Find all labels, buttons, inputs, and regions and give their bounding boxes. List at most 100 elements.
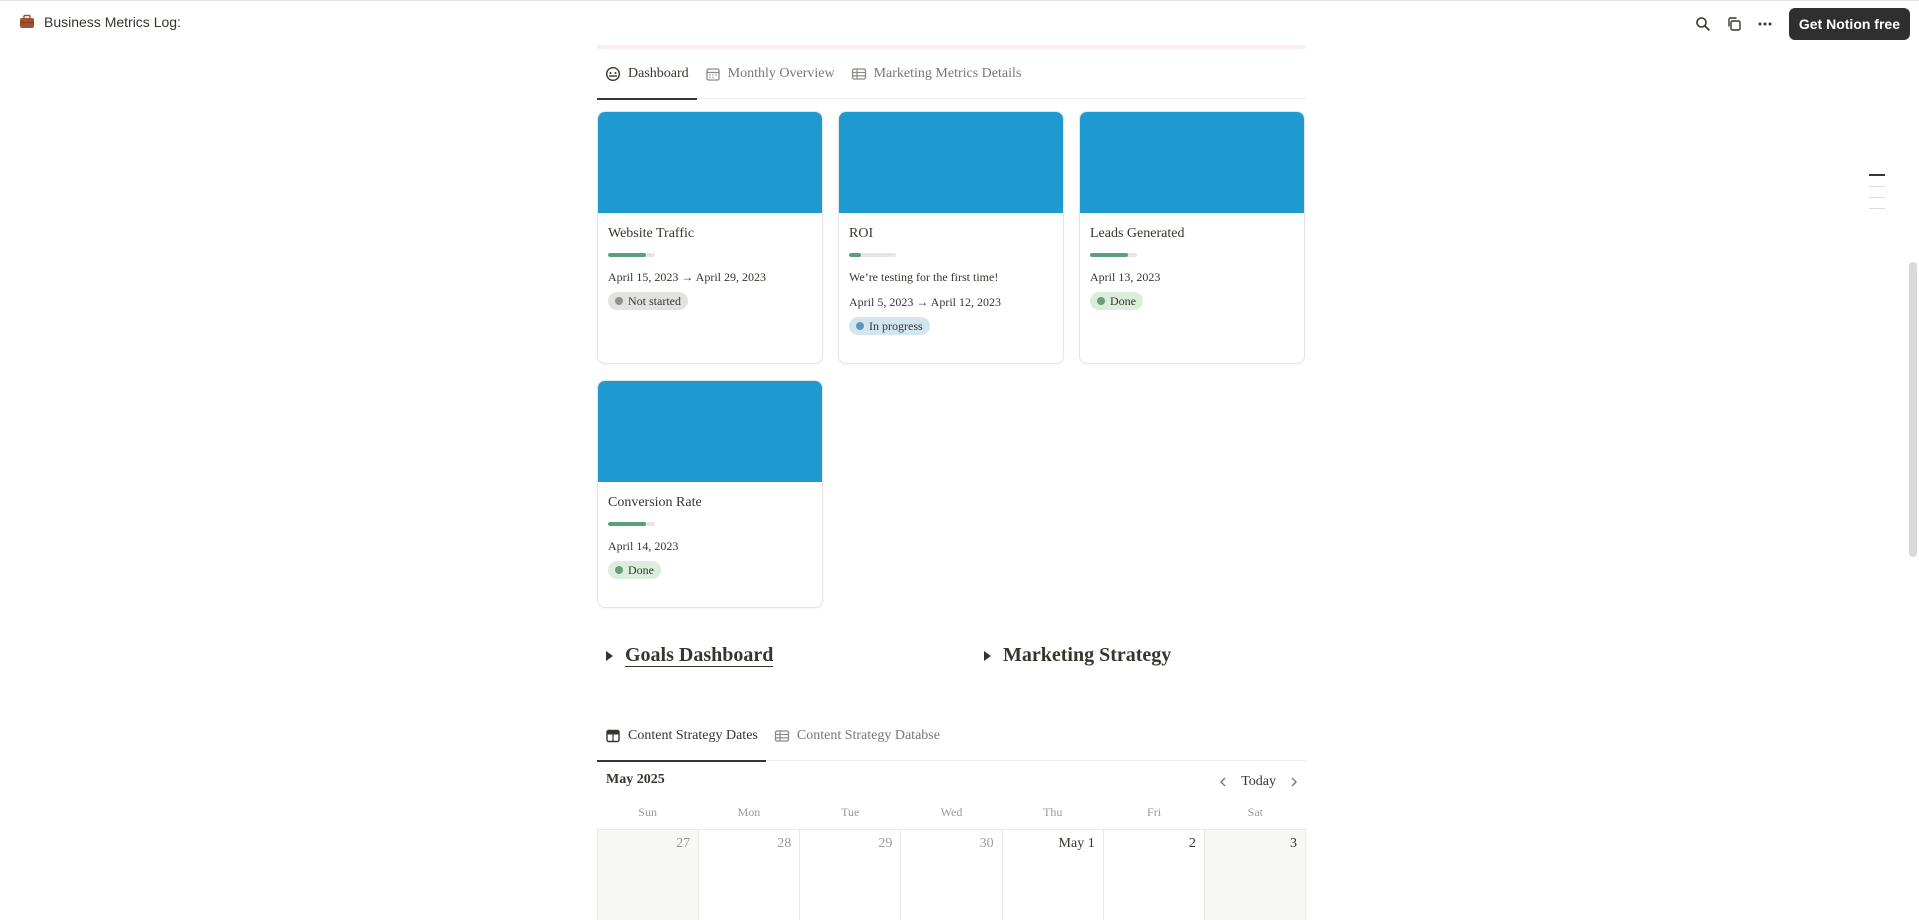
status-dot-icon — [615, 566, 623, 574]
card-cover — [1080, 112, 1304, 213]
calendar-nav: Today — [1211, 771, 1306, 793]
table-of-contents[interactable] — [1869, 174, 1885, 219]
toggle-arrow-icon[interactable] — [606, 650, 613, 661]
status-dot-icon — [856, 322, 864, 330]
status-dot-icon — [1097, 297, 1105, 305]
weekday-label: Tue — [841, 805, 860, 819]
progress-fill — [608, 522, 646, 526]
status-label: In progress — [869, 318, 923, 333]
chevron-right-icon — [1291, 777, 1297, 787]
card-date: April 15, 2023 → April 29, 2023 — [608, 270, 766, 284]
next-month-button[interactable] — [1282, 771, 1306, 793]
tab-dashboard-label: Dashboard — [628, 66, 689, 81]
page-title: Business Metrics Log: — [44, 14, 181, 30]
scrollbar[interactable] — [1906, 0, 1919, 920]
progress-fill — [849, 253, 861, 257]
toc-item[interactable] — [1869, 208, 1885, 209]
get-notion-free-button[interactable]: Get Notion free — [1788, 8, 1910, 40]
status-badge: Done — [608, 561, 661, 579]
tab-content-strategy-dates[interactable]: Content Strategy Dates — [597, 711, 766, 762]
search-icon — [1696, 17, 1711, 31]
tab-marketing-metrics-details[interactable]: Marketing Metrics Details — [843, 49, 1030, 99]
duplicate-button[interactable] — [1719, 9, 1750, 39]
calendar-day[interactable]: 28 — [699, 830, 801, 920]
duplicate-icon — [1728, 17, 1742, 31]
card-note: We’re testing for the first time! — [849, 270, 999, 284]
progress-bar — [608, 253, 655, 257]
progress-bar — [849, 253, 896, 257]
calendar-icon — [706, 68, 720, 81]
card-date: April 5, 2023 → April 12, 2023 — [849, 295, 1001, 309]
status-label: Done — [628, 562, 654, 577]
status-dot-icon — [615, 297, 623, 305]
calendar-month: May 2025 — [606, 772, 665, 787]
card-title: Leads Generated — [1090, 226, 1185, 241]
tab-monthly-overview[interactable]: Monthly Overview — [697, 49, 843, 99]
progress-fill — [608, 253, 646, 257]
status-badge: Done — [1090, 292, 1143, 310]
card-title: Conversion Rate — [608, 495, 702, 510]
gallery-card[interactable]: Conversion Rate April 14, 2023 Done — [597, 380, 823, 608]
more-button[interactable] — [1750, 9, 1781, 39]
scrollbar-thumb[interactable] — [1909, 262, 1917, 557]
content-strategy-tabs: Content Strategy Dates Content Strategy … — [597, 711, 1306, 762]
table-icon — [851, 68, 866, 80]
calendar-header: May 2025 Today — [597, 771, 1306, 793]
tab-content-strategy-database-label: Content Strategy Databse — [796, 728, 940, 743]
card-cover — [598, 112, 822, 213]
status-label: Done — [1110, 293, 1136, 308]
card-cover — [598, 381, 822, 482]
chevron-left-icon — [1220, 777, 1226, 787]
marketing-strategy-heading: Marketing Strategy — [1003, 644, 1172, 666]
toggle-marketing-strategy[interactable]: Marketing Strategy — [984, 644, 1171, 667]
toggle-goals-dashboard[interactable]: Goals Dashboard — [606, 644, 774, 667]
weekday-label: Wed — [940, 805, 963, 819]
toc-item[interactable] — [1869, 197, 1885, 198]
calendar-grid: 27 28 29 30 May 1 2 3 — [597, 829, 1306, 920]
briefcase-icon — [20, 14, 34, 28]
board-icon — [606, 729, 620, 743]
today-button[interactable]: Today — [1241, 774, 1276, 790]
gallery-card[interactable]: Website Traffic April 15, 2023 → April 2… — [597, 111, 823, 364]
dashboard-icon — [605, 66, 621, 82]
tab-dashboard[interactable]: Dashboard — [597, 49, 697, 100]
status-label: Not started — [628, 293, 681, 308]
gallery-card[interactable]: ROI We’re testing for the first time! Ap… — [838, 111, 1064, 364]
card-title: ROI — [849, 226, 874, 241]
calendar-day[interactable]: 3 — [1204, 830, 1306, 920]
more-icon — [1758, 22, 1772, 26]
weekday-label: Sun — [638, 805, 657, 819]
toggle-arrow-icon[interactable] — [984, 650, 991, 661]
card-date: April 14, 2023 — [608, 539, 679, 553]
toc-item[interactable] — [1869, 174, 1885, 176]
calendar-day[interactable]: 29 — [800, 830, 902, 920]
toc-item[interactable] — [1869, 186, 1885, 187]
weekday-header: Sun Mon Tue Wed Thu Fri Sat — [597, 805, 1306, 820]
top-bar: Business Metrics Log: Get Notion free — [0, 0, 1919, 45]
weekday-label: Thu — [1043, 805, 1063, 819]
tab-monthly-overview-label: Monthly Overview — [727, 66, 835, 81]
card-cover — [839, 112, 1063, 213]
progress-bar — [608, 522, 655, 526]
prev-month-button[interactable] — [1211, 771, 1235, 793]
calendar-day[interactable]: 30 — [901, 830, 1003, 920]
weekday-label: Fri — [1147, 805, 1162, 819]
tab-content-strategy-database[interactable]: Content Strategy Databse — [766, 711, 948, 761]
goals-dashboard-link[interactable]: Goals Dashboard — [625, 644, 774, 667]
progress-bar — [1090, 253, 1137, 257]
weekday-label: Mon — [737, 805, 761, 819]
progress-fill — [1090, 253, 1128, 257]
table-icon — [774, 730, 790, 742]
card-title: Website Traffic — [608, 226, 695, 241]
calendar-day[interactable]: May 1 — [1003, 830, 1104, 920]
gallery-card[interactable]: Leads Generated April 13, 2023 Done — [1079, 111, 1305, 364]
top-actions: Get Notion free — [1688, 8, 1919, 40]
status-badge: Not started — [608, 292, 688, 310]
calendar-day[interactable]: 27 — [598, 830, 700, 920]
search-button[interactable] — [1688, 9, 1719, 39]
breadcrumb[interactable]: Business Metrics Log: — [19, 14, 181, 30]
weekday-label: Sat — [1247, 805, 1263, 819]
calendar-day[interactable]: 2 — [1104, 830, 1205, 920]
tab-content-strategy-dates-label: Content Strategy Dates — [628, 728, 758, 743]
status-badge: In progress — [849, 317, 930, 335]
